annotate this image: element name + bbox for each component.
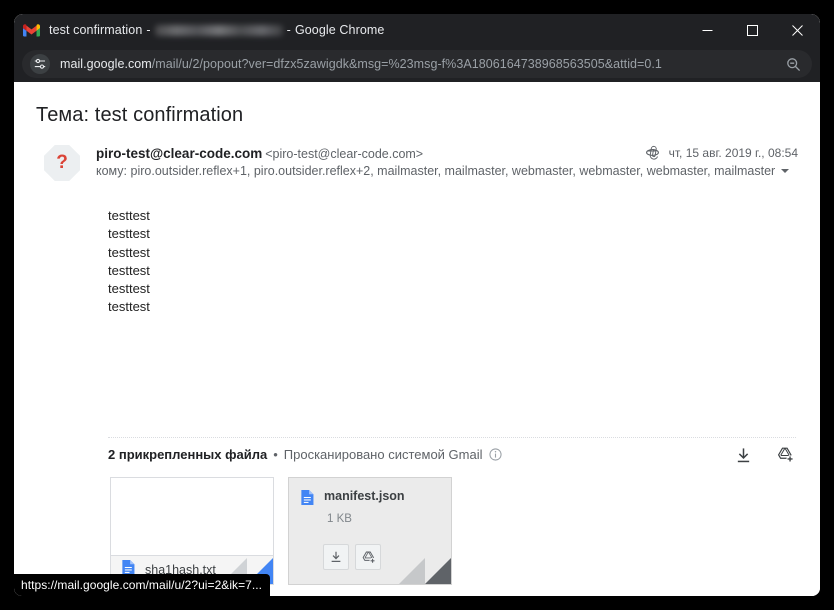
save-to-drive-icon[interactable] [355,544,381,570]
attachment-card[interactable]: sha1hash.txt [110,477,274,585]
sender-name: piro-test@clear-code.com [96,146,263,161]
download-icon[interactable] [323,544,349,570]
paperclip-icon [645,145,660,160]
status-bar-url: https://mail.google.com/mail/u/2?ui=2&ik… [14,574,271,596]
window-title-separator-1: - [146,23,151,37]
avatar: ? [44,145,80,181]
attachments-count: 2 прикрепленных файла [108,447,268,462]
attachments-header: 2 прикрепленных файла • Просканировано с… [108,447,502,462]
zoom-out-icon[interactable] [782,53,804,75]
minimize-button[interactable] [685,14,730,46]
url-host: mail.google.com [60,57,152,71]
recipients-line[interactable]: кому: piro.outsider.reflex+1, piro.outsi… [96,164,790,178]
message-body: testtest testtest testtest testtest test… [14,181,820,317]
attachments-divider [108,437,796,438]
url-text[interactable]: mail.google.com/mail/u/2/popout?ver=dfzx… [60,57,778,71]
message-header: ? piro-test@clear-code.com <piro-test@cle… [14,127,820,181]
download-all-icon[interactable] [732,444,754,466]
attachment-buttons [323,544,381,570]
attachments-list: sha1hash.txt manifest.json 1 KB [110,477,452,585]
desktop-backdrop: test confirmation - - Google Chrome mail… [0,0,834,610]
body-line: testtest [108,226,150,242]
attachment-card[interactable]: manifest.json 1 KB [288,477,452,585]
browser-toolbar: mail.google.com/mail/u/2/popout?ver=dfzx… [14,46,820,82]
page-content: Тема: test confirmation ? piro-test@clea… [14,82,820,596]
body-line: testtest [108,281,150,297]
url-path: /mail/u/2/popout?ver=dfzx5zawigdk&msg=%2… [151,57,662,71]
attachment-head: manifest.json [289,478,451,511]
attachment-preview [111,478,273,555]
chevron-down-icon[interactable] [781,169,790,173]
message-meta: чт, 15 авг. 2019 г., 08:54 [645,145,798,160]
window-title-separator-2: - [286,23,291,37]
window-title-browser: Google Chrome [294,23,385,37]
tune-icon[interactable] [30,54,50,74]
recipients-list: piro.outsider.reflex+1, piro.outsider.re… [130,164,776,178]
maximize-button[interactable] [730,14,775,46]
body-line: testtest [108,299,150,315]
recipients-label: кому: [96,164,128,178]
body-line: testtest [108,262,150,278]
title-bar: test confirmation - - Google Chrome [14,14,820,46]
message-date: чт, 15 авг. 2019 г., 08:54 [668,145,798,160]
attachments-separator: • [273,447,278,462]
attachment-filesize: 1 KB [327,513,352,525]
gmail-logo-icon [23,23,40,37]
close-button[interactable] [775,14,820,46]
attachment-filename: manifest.json [324,489,405,503]
address-bar[interactable]: mail.google.com/mail/u/2/popout?ver=dfzx… [22,50,812,78]
attachments-actions [732,444,796,466]
attachment-corner-fold [425,558,451,584]
window-title-redacted [154,24,283,36]
window-title: test confirmation - - Google Chrome [49,23,384,37]
window-title-app: test confirmation [49,23,143,37]
attachment-corner-shadow [399,558,425,584]
window-controls [685,14,820,46]
text-file-icon [300,489,315,511]
avatar-glyph: ? [56,152,68,173]
attachments-scanned-label: Просканировано системой Gmail [283,447,483,462]
sender-address: <piro-test@clear-code.com> [265,147,424,161]
body-line: testtest [108,244,150,260]
page-title: Тема: test confirmation [36,104,244,126]
browser-window: test confirmation - - Google Chrome mail… [14,14,820,596]
info-icon[interactable] [488,448,502,461]
body-line: testtest [108,208,150,223]
save-all-to-drive-icon[interactable] [774,444,796,466]
